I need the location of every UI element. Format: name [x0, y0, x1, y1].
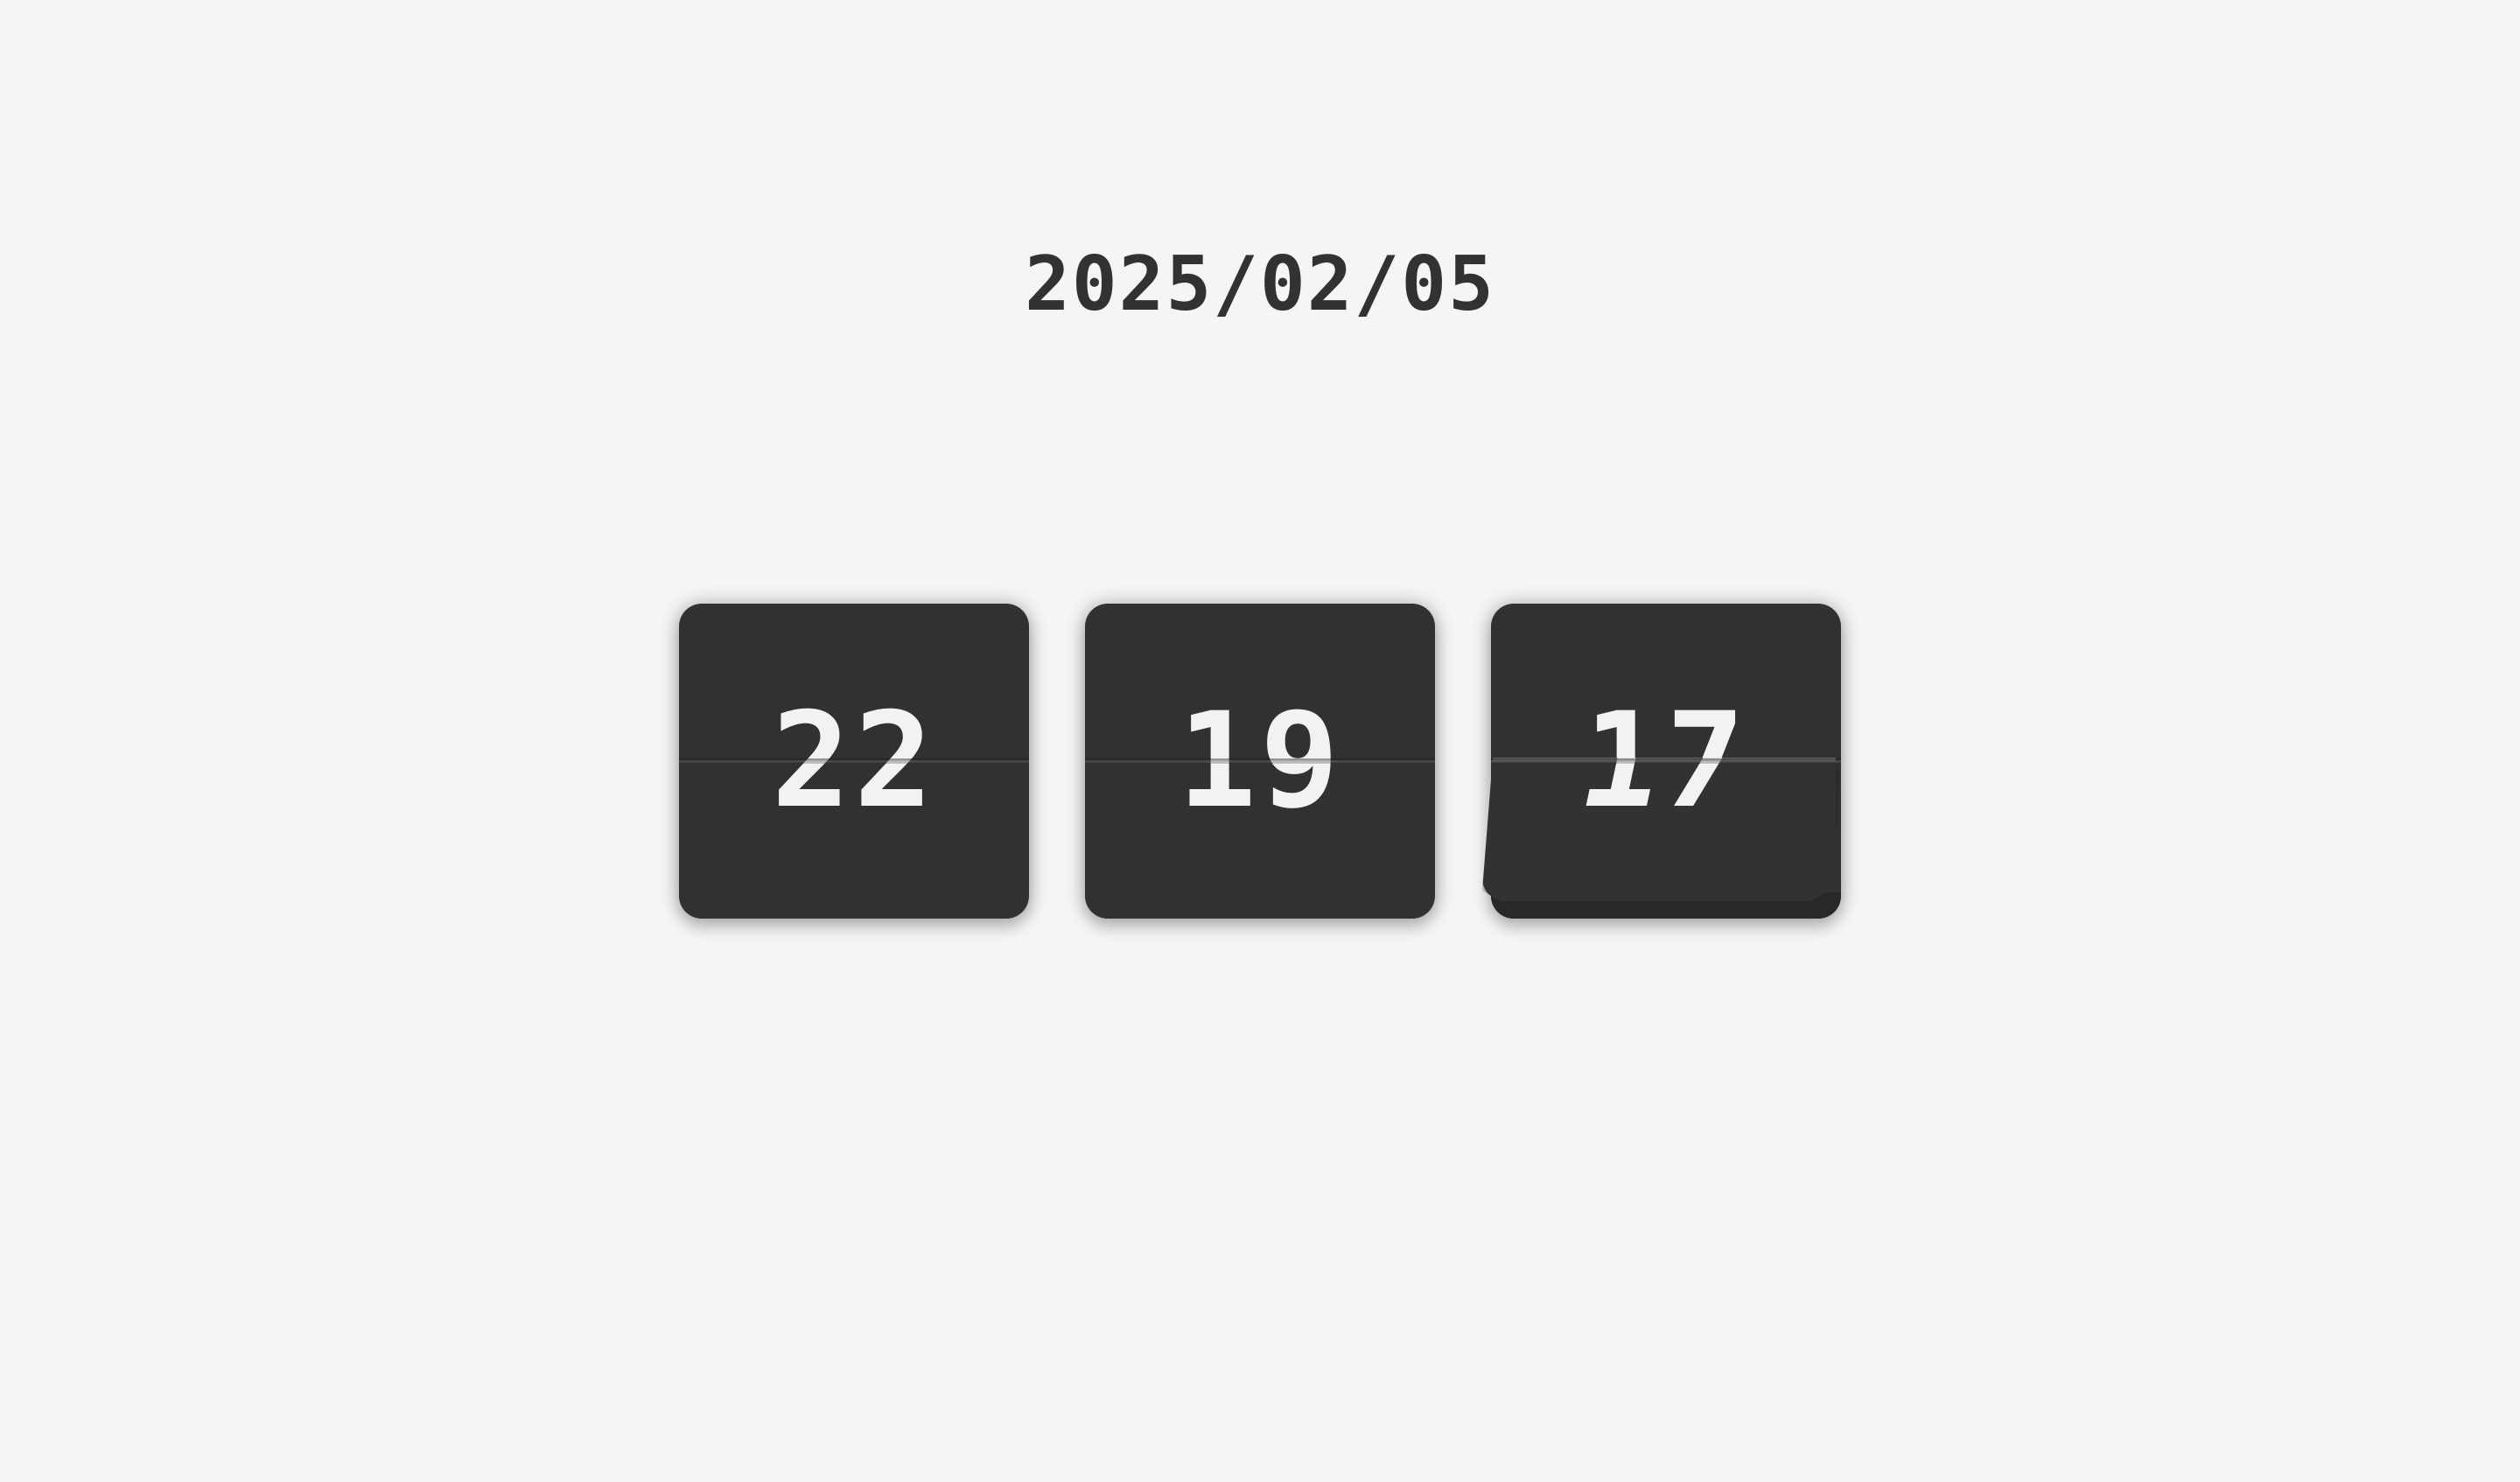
flip-clock-page: 2025/02/05 22 19 17 17: [0, 0, 2520, 1482]
seconds-flip-leaf: 17: [1482, 758, 1836, 901]
seconds-flip-value: 17: [1567, 758, 1765, 837]
hours-value: 22: [771, 685, 937, 837]
date-display: 2025/02/05: [1025, 241, 1495, 328]
seconds-card: 17 17: [1482, 604, 1841, 919]
minutes-card: 19: [1085, 604, 1435, 919]
hours-card: 22: [679, 604, 1029, 919]
minutes-value: 19: [1177, 685, 1343, 837]
seconds-flip-edge: [1482, 758, 1836, 761]
